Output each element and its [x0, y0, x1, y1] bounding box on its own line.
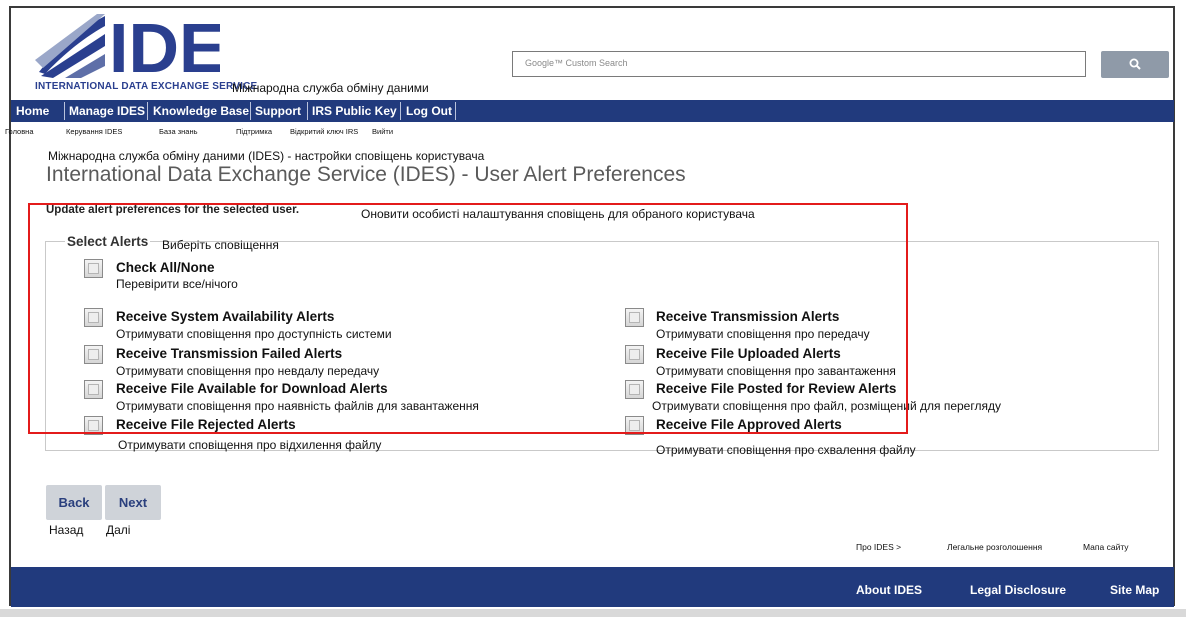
logo-subtitle: INTERNATIONAL DATA EXCHANGE SERVICE [35, 81, 258, 92]
legal-translation: Легальне розголошення [947, 542, 1043, 552]
nav-knowledge-base[interactable]: Knowledge Base [153, 100, 249, 122]
logo-wordmark: IDES [109, 12, 220, 78]
page-title-translation: Міжнародна служба обміну даними (IDES) -… [48, 149, 485, 163]
highlight-box [28, 203, 908, 434]
back-translation: Назад [49, 523, 84, 537]
back-button[interactable]: Back [46, 485, 102, 520]
nav-manage-translation: Керування IDES [66, 127, 123, 136]
nav-divider [307, 102, 308, 120]
search-input[interactable]: Google™ Custom Search [512, 51, 1086, 77]
nav-divider [400, 102, 401, 120]
logo-translation: Міжнародна служба обміну даними [232, 81, 429, 95]
nav-divider [455, 102, 456, 120]
nav-kb-translation: База знань [159, 127, 198, 136]
next-button[interactable]: Next [105, 485, 161, 520]
search-placeholder: Google™ Custom Search [525, 58, 628, 68]
footer-sitemap-link[interactable]: Site Map [1110, 583, 1159, 597]
nav-support-translation: Підтримка [236, 127, 273, 136]
sitemap-translation: Мапа сайту [1083, 542, 1129, 552]
ides-logo[interactable]: IDES [35, 9, 272, 87]
next-translation: Далі [106, 523, 131, 537]
search-icon [1129, 58, 1141, 70]
main-nav: Home Manage IDES Knowledge Base Support … [11, 100, 1174, 122]
nav-logout-translation: Вийти [372, 127, 394, 136]
file-rejected-translation: Отримувати сповіщення про відхилення фай… [118, 438, 382, 452]
nav-manage-ides[interactable]: Manage IDES [69, 100, 145, 122]
nav-log-out[interactable]: Log Out [406, 100, 452, 122]
nav-support[interactable]: Support [255, 100, 301, 122]
nav-divider [64, 102, 65, 120]
nav-key-translation: Відкритий ключ IRS [290, 127, 359, 136]
nav-home[interactable]: Home [16, 100, 49, 122]
search-button[interactable] [1101, 51, 1169, 78]
nav-divider [147, 102, 148, 120]
bottom-strip [0, 609, 1186, 617]
nav-irs-public-key[interactable]: IRS Public Key [312, 100, 397, 122]
about-translation: Про IDES > [856, 542, 902, 552]
footer-legal-link[interactable]: Legal Disclosure [970, 583, 1066, 597]
footer-about-link[interactable]: About IDES [856, 583, 922, 597]
nav-divider [250, 102, 251, 120]
file-approved-translation: Отримувати сповіщення про схвалення файл… [656, 443, 916, 457]
page-title: International Data Exchange Service (IDE… [46, 163, 686, 186]
nav-home-translation: Головна [5, 127, 34, 136]
